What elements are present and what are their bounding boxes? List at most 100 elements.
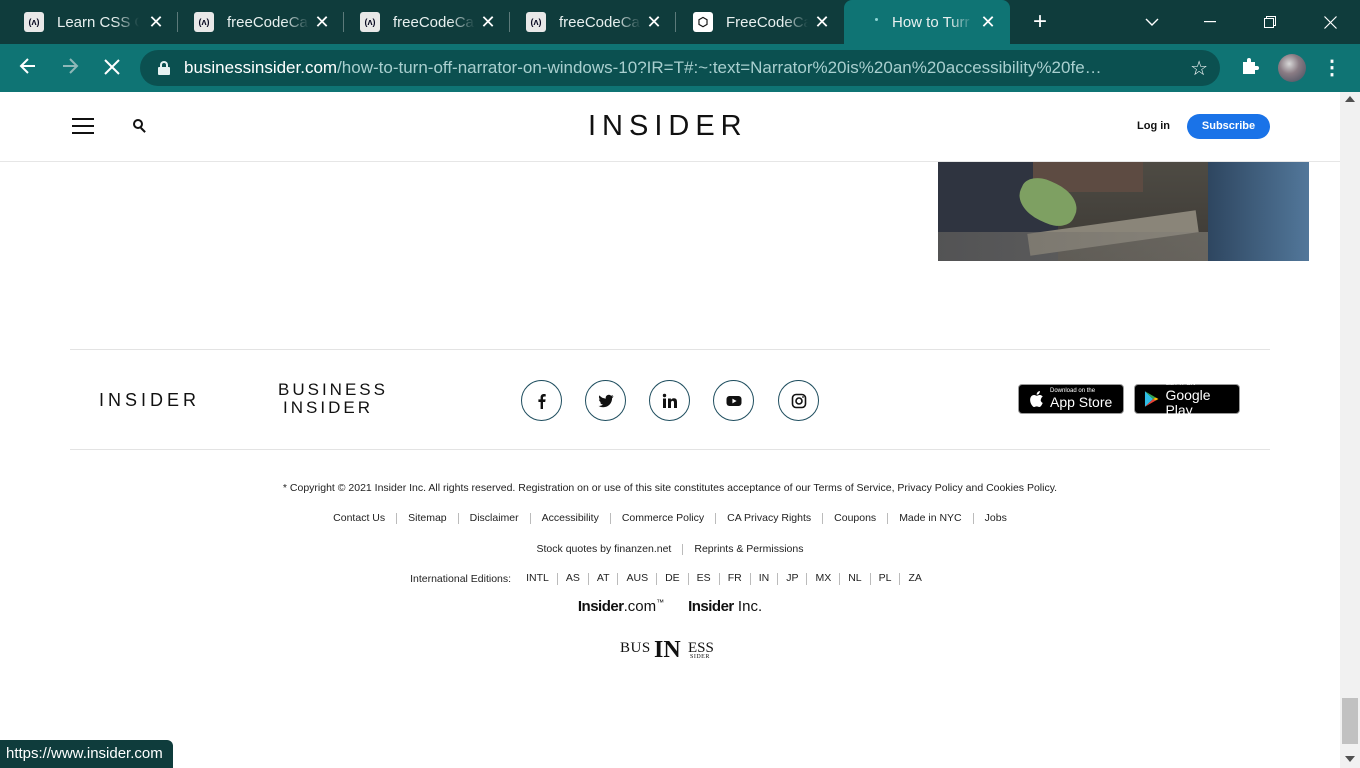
hamburger-menu-icon[interactable] <box>72 118 94 134</box>
forward-arrow-icon[interactable] <box>56 54 84 82</box>
url-text[interactable]: businessinsider.com/how-to-turn-off-narr… <box>184 58 1144 78</box>
edition-link[interactable]: PL <box>869 573 900 585</box>
close-tab-icon[interactable]: ✕ <box>146 11 166 33</box>
footer-link[interactable]: Reprints & Permissions <box>682 544 814 555</box>
bi-mark-part: SIDER <box>690 654 710 660</box>
page-viewport: INSIDER Log in Subscribe INSIDER BUSINES… <box>0 92 1340 768</box>
login-link[interactable]: Log in <box>1137 120 1170 132</box>
footer-link[interactable]: Made in NYC <box>887 513 972 524</box>
footer-link[interactable]: Commerce Policy <box>609 513 715 524</box>
stop-loading-icon[interactable] <box>98 54 126 82</box>
bi-logo-line1: BUSINESS <box>278 380 388 399</box>
apple-icon <box>1030 391 1043 408</box>
insider-inc-bold: Insider <box>688 598 734 615</box>
google-play-icon <box>1144 391 1159 407</box>
insider-com-tm: ™ <box>656 598 665 607</box>
tab-title: How to Turr <box>892 13 970 31</box>
footer-links-secondary: Stock quotes by finanzen.net Reprints & … <box>0 544 1340 555</box>
google-play-badge[interactable]: GET IT ON Google Play <box>1134 381 1240 417</box>
edition-link[interactable]: AT <box>587 573 618 585</box>
close-window-icon[interactable] <box>1310 0 1350 44</box>
browser-menu-icon[interactable]: ⋮ <box>1322 56 1342 80</box>
footer-link[interactable]: Sitemap <box>396 513 458 524</box>
tab-1[interactable]: (ʌ) freeCodeCa ✕ <box>178 0 344 44</box>
subscribe-button[interactable]: Subscribe <box>1187 114 1270 139</box>
promo-image[interactable] <box>938 162 1309 261</box>
bi-logo-line2: INSIDER <box>283 398 373 417</box>
extensions-puzzle-icon[interactable] <box>1238 56 1262 80</box>
tab-0[interactable]: (ʌ) Learn CSS G ✕ <box>0 0 178 44</box>
footer-link[interactable]: Accessibility <box>529 513 610 524</box>
youtube-icon[interactable] <box>713 380 754 421</box>
insider-com-logo[interactable]: Insider.com™ <box>578 598 664 615</box>
link-status-bubble: https://www.insider.com <box>0 740 173 768</box>
facebook-icon[interactable] <box>521 380 562 421</box>
twitter-icon[interactable] <box>585 380 626 421</box>
edition-link[interactable]: IN <box>749 573 778 585</box>
insider-logo[interactable]: INSIDER <box>588 110 748 143</box>
scrollbar-thumb[interactable] <box>1342 698 1358 744</box>
instagram-icon[interactable] <box>778 380 819 421</box>
footer-link[interactable]: Disclaimer <box>457 513 530 524</box>
edition-link[interactable]: JP <box>777 573 806 585</box>
app-store-badge[interactable]: Download on the App Store <box>1018 384 1124 414</box>
close-tab-icon[interactable]: ✕ <box>312 11 332 33</box>
page-scrollbar[interactable] <box>1340 92 1360 768</box>
footer-link[interactable]: Stock quotes by finanzen.net <box>526 544 683 555</box>
url-path: /how-to-turn-off-narrator-on-windows-10?… <box>337 58 1102 77</box>
business-insider-wordmark[interactable]: BUS IN ESS SIDER <box>620 637 730 664</box>
footer-link[interactable]: Jobs <box>972 513 1018 524</box>
edition-link[interactable]: INTL <box>518 573 557 585</box>
footer-link[interactable]: CA Privacy Rights <box>715 513 822 524</box>
tab-strip: (ʌ) Learn CSS G ✕ (ʌ) freeCodeCa ✕ (ʌ) f… <box>0 0 1360 44</box>
close-tab-icon[interactable]: ✕ <box>812 11 832 33</box>
scroll-down-arrow-icon[interactable] <box>1345 756 1355 762</box>
edition-link[interactable]: AS <box>556 573 588 585</box>
edition-link[interactable]: NL <box>839 573 869 585</box>
search-icon[interactable] <box>133 119 147 133</box>
tab-3[interactable]: (ʌ) freeCodeCa ✕ <box>510 0 676 44</box>
tab-2[interactable]: (ʌ) freeCodeCa ✕ <box>344 0 510 44</box>
back-arrow-icon[interactable] <box>14 54 42 82</box>
insider-com-rest: .com <box>623 598 657 615</box>
loading-spinner-icon <box>870 15 884 29</box>
tab-title: FreeCodeCa <box>726 13 808 31</box>
edition-link[interactable]: AUS <box>617 573 656 585</box>
edition-link[interactable]: DE <box>656 573 688 585</box>
scroll-up-arrow-icon[interactable] <box>1345 96 1355 102</box>
bookmark-star-icon[interactable]: ☆ <box>1190 56 1208 81</box>
tab-title: Learn CSS G <box>57 13 139 31</box>
tab-title: freeCodeCa <box>227 13 308 31</box>
edition-link[interactable]: ZA <box>899 573 929 585</box>
address-bar[interactable]: businessinsider.com/how-to-turn-off-narr… <box>140 50 1220 86</box>
tab-title: freeCodeCa <box>393 13 474 31</box>
insider-inc-logo[interactable]: Insider Inc. <box>688 598 762 615</box>
site-header: INSIDER Log in Subscribe <box>0 92 1340 162</box>
url-host: businessinsider.com <box>184 58 338 77</box>
edition-link[interactable]: MX <box>806 573 839 585</box>
browser-toolbar: businessinsider.com/how-to-turn-off-narr… <box>0 44 1360 92</box>
close-tab-icon[interactable]: ✕ <box>978 11 998 33</box>
new-tab-plus-icon[interactable]: + <box>1028 10 1052 34</box>
restore-icon[interactable] <box>1250 0 1290 44</box>
footer-insider-logo[interactable]: INSIDER <box>99 390 200 411</box>
tab-4[interactable]: ⬡ FreeCodeCa ✕ <box>676 0 844 44</box>
edition-link[interactable]: FR <box>718 573 750 585</box>
insider-com-bold: Insider <box>577 598 624 615</box>
lock-icon[interactable] <box>158 61 170 75</box>
edition-link[interactable]: ES <box>687 573 719 585</box>
tab-search-chevron-icon[interactable] <box>1132 0 1172 44</box>
linkedin-icon[interactable] <box>649 380 690 421</box>
freecodecamp-favicon-icon: (ʌ) <box>526 12 546 32</box>
footer-brand-logos: Insider.com™ Insider Inc. <box>0 598 1340 615</box>
footer-divider-bottom <box>70 449 1270 450</box>
tab-5-active[interactable]: How to Turr ✕ <box>844 0 1010 44</box>
footer-business-insider-logo[interactable]: BUSINESS INSIDER <box>278 380 388 417</box>
profile-avatar[interactable] <box>1278 54 1306 82</box>
footer-link[interactable]: Contact Us <box>322 513 396 524</box>
minimize-icon[interactable] <box>1190 0 1230 44</box>
close-tab-icon[interactable]: ✕ <box>478 11 498 33</box>
insider-inc-rest: Inc. <box>733 598 763 615</box>
footer-link[interactable]: Coupons <box>822 513 887 524</box>
close-tab-icon[interactable]: ✕ <box>644 11 664 33</box>
